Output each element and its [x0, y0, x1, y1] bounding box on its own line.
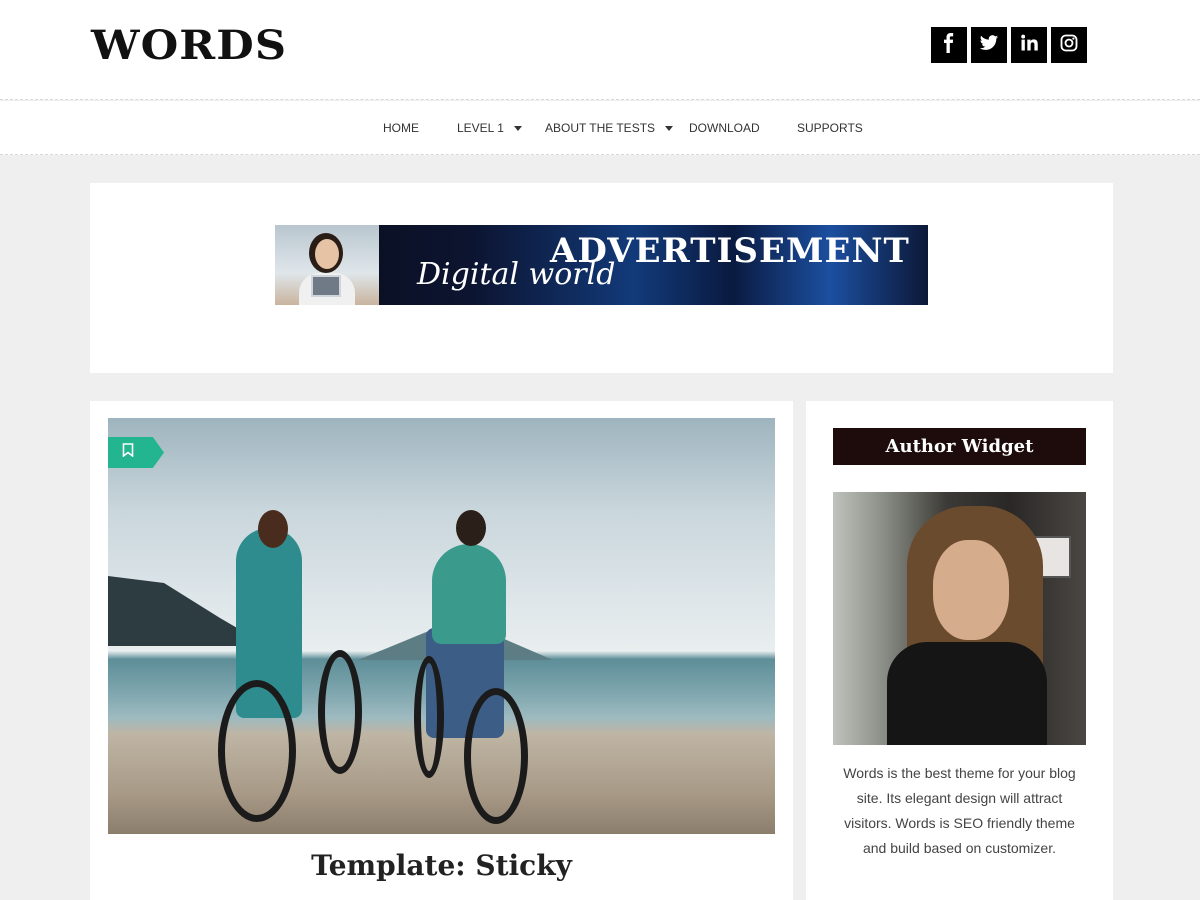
- nav-label: DOWNLOAD: [689, 121, 760, 135]
- twitter-icon: [979, 33, 999, 58]
- featured-image[interactable]: [108, 418, 775, 834]
- twitter-button[interactable]: [971, 27, 1007, 63]
- chevron-down-icon: [665, 126, 674, 132]
- nav-label: LEVEL 1: [457, 121, 504, 135]
- post-title[interactable]: Template: Sticky: [108, 849, 775, 882]
- ad-photo: [275, 225, 379, 305]
- sidebar: Author Widget Words is the best theme fo…: [806, 401, 1113, 900]
- author-widget-title: Author Widget: [833, 428, 1086, 465]
- chevron-down-icon: [513, 126, 522, 132]
- nav-item-download[interactable]: DOWNLOAD: [689, 121, 760, 135]
- main-content: Template: Sticky: [90, 401, 793, 900]
- author-description: Words is the best theme for your blog si…: [843, 765, 1076, 856]
- nav-item-supports[interactable]: SUPPORTS: [797, 121, 863, 135]
- nav-label: ABOUT THE TESTS: [545, 121, 656, 135]
- social-links: [931, 27, 1087, 63]
- instagram-button[interactable]: [1051, 27, 1087, 63]
- facebook-icon: [939, 32, 959, 58]
- nav-item-level-1[interactable]: LEVEL 1: [457, 121, 522, 135]
- bookmark-icon: [122, 443, 134, 462]
- nav-label: SUPPORTS: [797, 121, 863, 135]
- nav-label: HOME: [383, 121, 419, 135]
- site-logo[interactable]: WORDS: [91, 22, 287, 69]
- nav-item-home[interactable]: HOME: [383, 121, 419, 135]
- author-photo: [833, 492, 1086, 745]
- facebook-button[interactable]: [931, 27, 967, 63]
- sticky-badge: [108, 437, 164, 468]
- nav-item-about-the-tests[interactable]: ABOUT THE TESTS: [545, 121, 674, 135]
- ad-subtitle: Digital world: [417, 257, 616, 292]
- linkedin-button[interactable]: [1011, 27, 1047, 63]
- linkedin-icon: [1019, 33, 1039, 58]
- site-header: WORDS: [0, 0, 1200, 100]
- advertisement-banner[interactable]: ADVERTISEMENT Digital world: [275, 225, 928, 305]
- main-navigation: HOME LEVEL 1 ABOUT THE TESTS DOWNLOAD SU…: [0, 101, 1200, 155]
- instagram-icon: [1059, 33, 1079, 58]
